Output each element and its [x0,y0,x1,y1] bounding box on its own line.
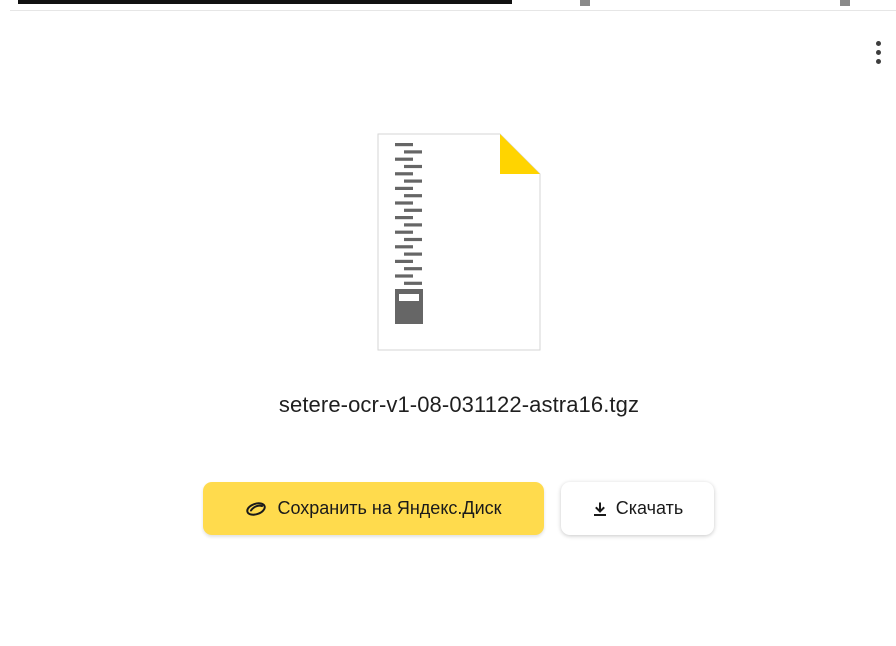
save-to-yandex-disk-button[interactable]: Сохранить на Яндекс.Диск [203,482,544,535]
more-vertical-icon [875,40,881,46]
header-divider [10,10,896,11]
more-options-button[interactable] [864,34,892,70]
save-button-label: Сохранить на Яндекс.Диск [277,498,502,518]
yandex-disk-icon [245,501,269,517]
download-icon [592,501,608,517]
file-name: setere-ocr-v1-08-031122-astra16.tgz [278,392,640,417]
cropped-header-fragment [840,0,850,6]
download-button-label: Скачать [615,498,684,518]
download-button[interactable]: Скачать [561,482,714,535]
top-dark-bar [18,0,512,4]
public-file-page: setere-ocr-v1-08-031122-astra16.tgz Сохр… [0,0,896,646]
archive-file-icon [377,133,541,351]
cropped-header-fragment [580,0,590,6]
top-cropped-header [0,0,896,16]
